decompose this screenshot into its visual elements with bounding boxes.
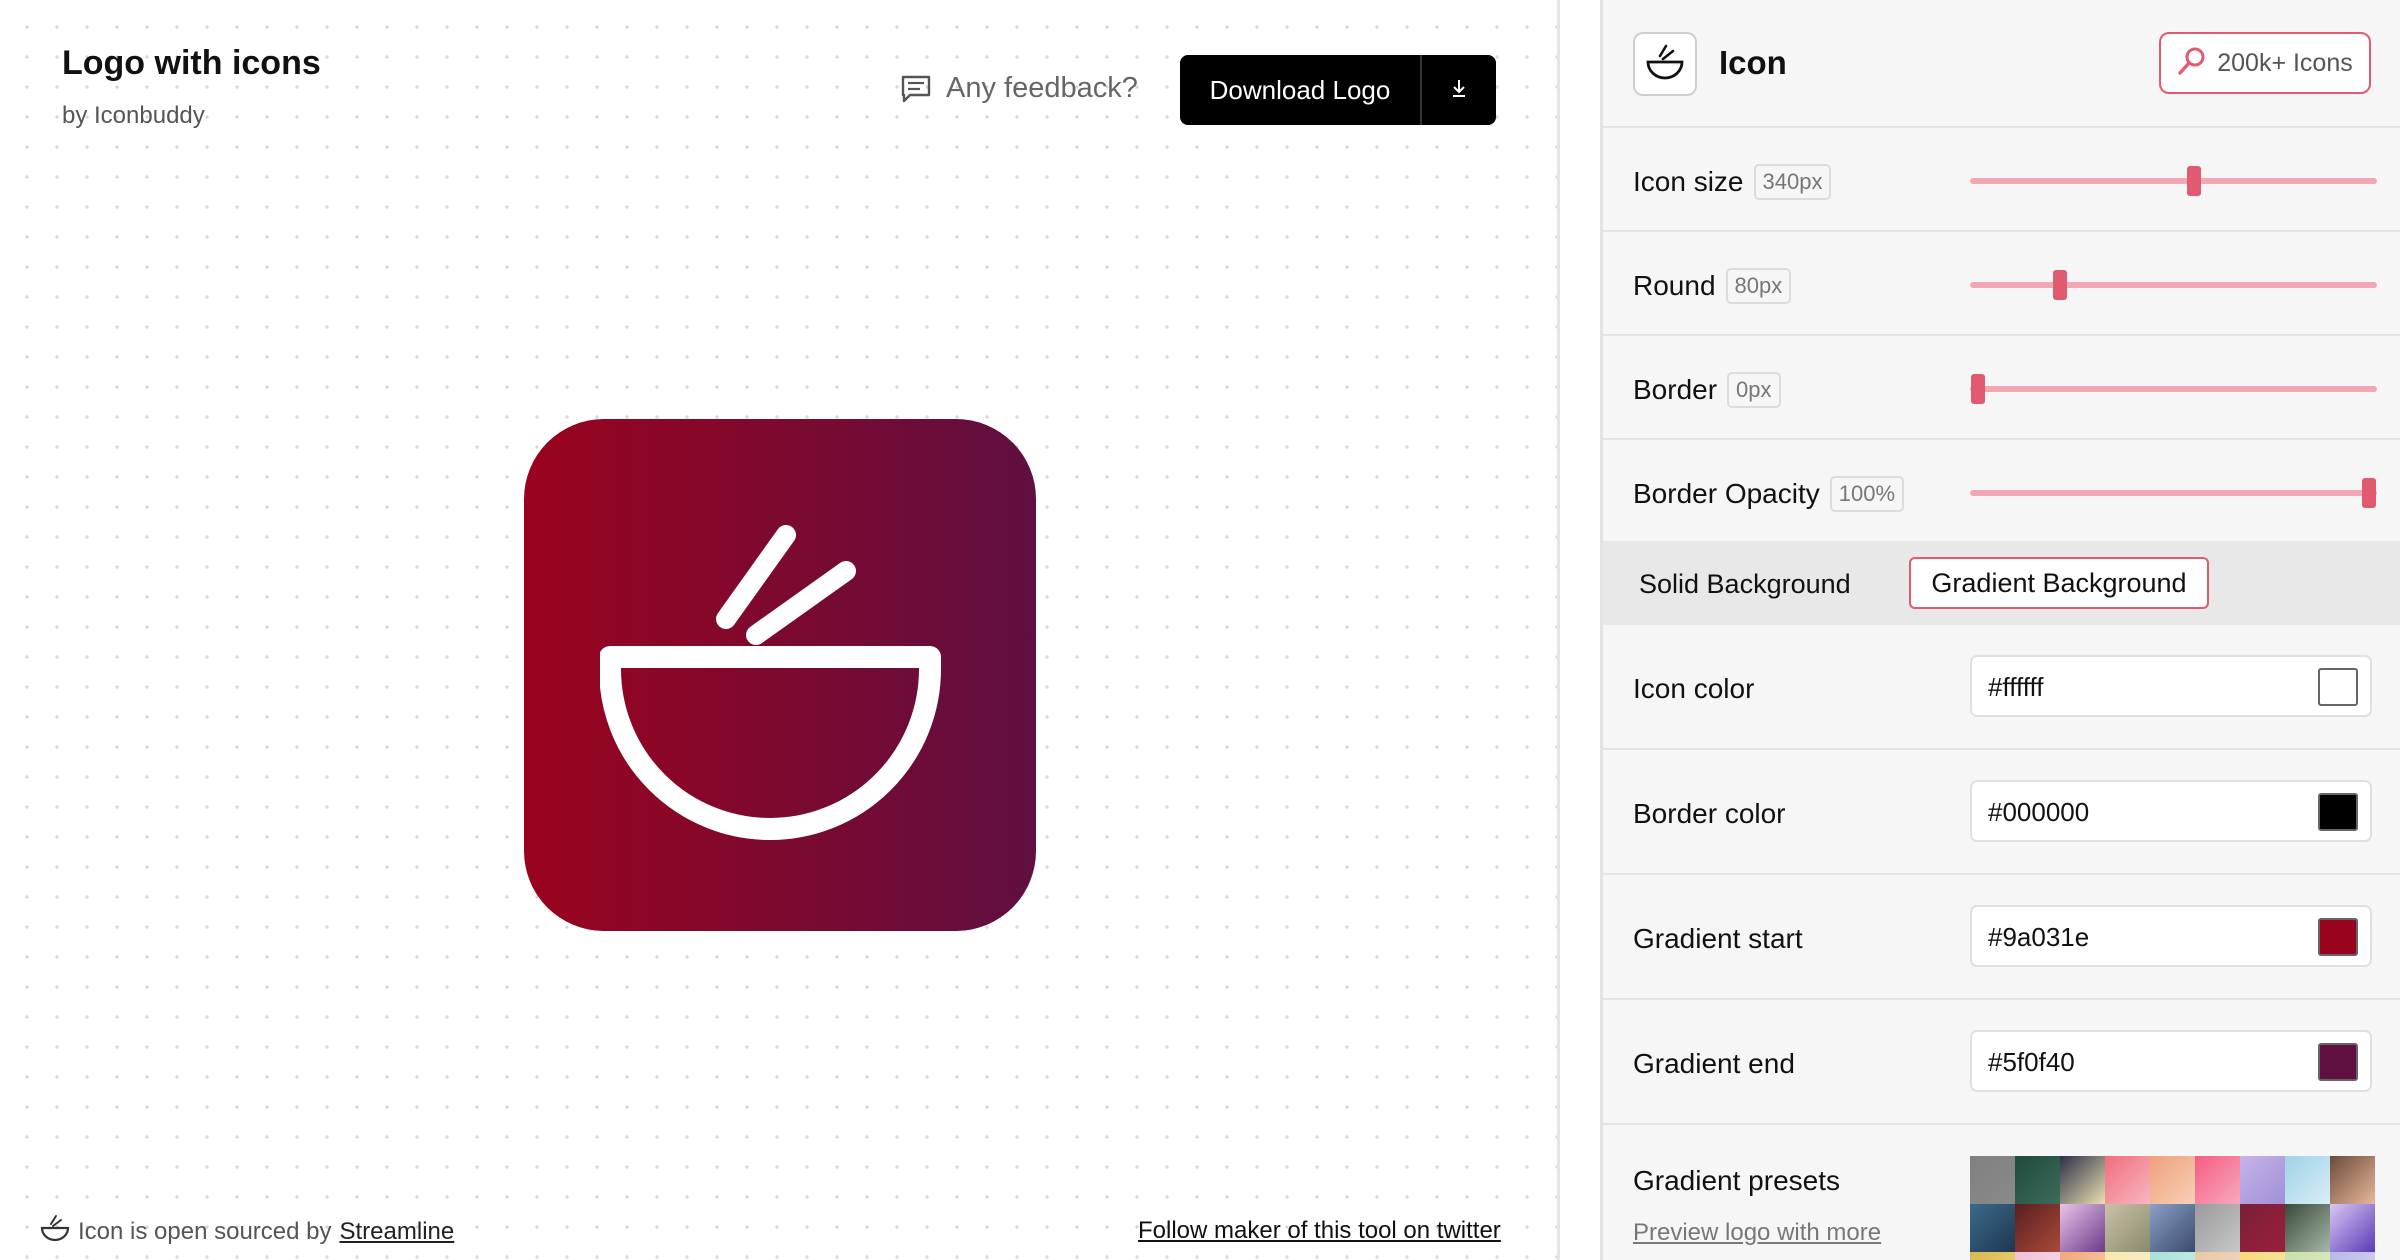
slider-label: Border bbox=[1633, 374, 1718, 405]
color-hex-value: #ffffff bbox=[1988, 672, 2044, 702]
bowl-icon bbox=[40, 1214, 70, 1249]
preview-more-link[interactable]: Preview logo with more bbox=[1633, 1219, 1881, 1247]
gradient-preset-swatch[interactable] bbox=[1970, 1252, 2015, 1260]
color-hex-value: #9a031e bbox=[1988, 922, 2090, 952]
slider-row-border-opacity: Border Opacity 100% bbox=[1603, 440, 2400, 544]
feedback-link[interactable]: Any feedback? bbox=[900, 72, 1138, 105]
gradient-preset-swatch[interactable] bbox=[2330, 1204, 2375, 1252]
feedback-label: Any feedback? bbox=[946, 72, 1138, 104]
twitter-link[interactable]: Follow maker of this tool on twitter bbox=[1138, 1217, 1501, 1245]
gradient-preset-swatch[interactable] bbox=[1970, 1156, 2015, 1204]
selected-icon-button[interactable] bbox=[1633, 32, 1697, 96]
gradient-preset-swatch[interactable] bbox=[2150, 1204, 2195, 1252]
gradient-preset-swatch[interactable] bbox=[2150, 1156, 2195, 1204]
color-swatch[interactable] bbox=[2318, 668, 2358, 706]
gradient-preset-swatch[interactable] bbox=[1970, 1204, 2015, 1252]
gradient-preset-swatch[interactable] bbox=[2105, 1252, 2150, 1260]
slider-row-round: Round 80px bbox=[1603, 232, 2400, 336]
logo-canvas: Logo with icons by Iconbuddy Any feedbac… bbox=[0, 0, 1560, 1260]
gradient-preset-swatch[interactable] bbox=[2015, 1204, 2060, 1252]
app-byline: by Iconbuddy bbox=[62, 102, 205, 129]
gradient-preset-swatch[interactable] bbox=[2285, 1252, 2330, 1260]
slider-row-icon-size: Icon size 340px bbox=[1603, 128, 2400, 232]
icon-size-slider[interactable] bbox=[1970, 166, 2377, 196]
search-icon bbox=[2177, 46, 2207, 81]
slider-thumb[interactable] bbox=[2186, 166, 2201, 196]
icon-credit: Icon is open sourced by Streamline bbox=[40, 1214, 454, 1249]
slider-value: 340px bbox=[1753, 164, 1832, 200]
color-label: Gradient end bbox=[1633, 1048, 1795, 1079]
slider-value: 80px bbox=[1725, 268, 1792, 304]
gradient-preset-swatch[interactable] bbox=[2105, 1204, 2150, 1252]
slider-value: 100% bbox=[1829, 476, 1905, 512]
color-swatch[interactable] bbox=[2318, 793, 2358, 831]
color-swatch[interactable] bbox=[2318, 918, 2358, 956]
slider-label: Border Opacity bbox=[1633, 478, 1820, 509]
icon-color-input[interactable]: #ffffff bbox=[1970, 655, 2372, 717]
gradient-preset-swatch[interactable] bbox=[2195, 1252, 2240, 1260]
gradient-preset-swatch[interactable] bbox=[2330, 1156, 2375, 1204]
slider-row-border: Border 0px bbox=[1603, 336, 2400, 440]
gradient-preset-swatch[interactable] bbox=[2060, 1156, 2105, 1204]
bowl-chopsticks-icon bbox=[599, 493, 960, 858]
gradient-preset-swatch[interactable] bbox=[2240, 1204, 2285, 1252]
gradient-preset-swatch[interactable] bbox=[2015, 1252, 2060, 1260]
credit-text: Icon is open sourced by bbox=[78, 1217, 332, 1245]
app-title: Logo with icons bbox=[62, 44, 321, 82]
download-options-button[interactable] bbox=[1422, 55, 1496, 125]
slider-value: 0px bbox=[1727, 372, 1781, 408]
bowl-icon bbox=[1645, 43, 1685, 86]
gradient-end-input[interactable]: #5f0f40 bbox=[1970, 1030, 2372, 1092]
settings-sidebar: Icon 200k+ Icons Icon size 340px Round 8… bbox=[1600, 0, 2400, 1260]
border-color-input[interactable]: #000000 bbox=[1970, 780, 2372, 842]
download-logo-button[interactable]: Download Logo bbox=[1180, 55, 1422, 125]
gradient-preset-swatch[interactable] bbox=[2015, 1156, 2060, 1204]
browse-icons-button[interactable]: 200k+ Icons bbox=[2159, 32, 2371, 94]
gradient-presets-label: Gradient presets bbox=[1633, 1165, 1840, 1196]
download-icon bbox=[1450, 78, 1468, 103]
border-slider[interactable] bbox=[1970, 374, 2377, 404]
gradient-preset-swatch[interactable] bbox=[2285, 1204, 2330, 1252]
color-row-icon: Icon color #ffffff bbox=[1603, 625, 2400, 750]
gradient-presets-grid bbox=[1970, 1156, 2377, 1260]
gradient-preset-swatch[interactable] bbox=[2285, 1156, 2330, 1204]
gradient-preset-swatch[interactable] bbox=[2240, 1156, 2285, 1204]
color-hex-value: #000000 bbox=[1988, 797, 2090, 827]
slider-thumb[interactable] bbox=[2052, 270, 2067, 300]
slider-label: Icon size bbox=[1633, 166, 1744, 197]
gradient-preset-swatch[interactable] bbox=[2105, 1156, 2150, 1204]
gradient-preset-swatch[interactable] bbox=[2195, 1204, 2240, 1252]
color-label: Gradient start bbox=[1633, 923, 1803, 954]
slider-thumb[interactable] bbox=[2361, 478, 2376, 508]
gradient-preset-swatch[interactable] bbox=[2195, 1156, 2240, 1204]
tab-gradient-background[interactable]: Gradient Background bbox=[1909, 557, 2209, 609]
slider-label: Round bbox=[1633, 270, 1716, 301]
streamline-link[interactable]: Streamline bbox=[340, 1218, 455, 1246]
border-opacity-slider[interactable] bbox=[1970, 478, 2377, 508]
sidebar-title: Icon bbox=[1719, 44, 1787, 81]
color-row-border: Border color #000000 bbox=[1603, 750, 2400, 875]
gradient-preset-swatch[interactable] bbox=[2060, 1252, 2105, 1260]
color-label: Border color bbox=[1633, 798, 1786, 829]
chat-icon bbox=[900, 74, 932, 104]
tab-solid-background[interactable]: Solid Background bbox=[1639, 569, 1851, 600]
color-row-gradient-end: Gradient end #5f0f40 bbox=[1603, 1000, 2400, 1125]
gradient-preset-swatch[interactable] bbox=[2330, 1252, 2375, 1260]
gradient-preset-swatch[interactable] bbox=[2060, 1204, 2105, 1252]
gradient-preset-swatch[interactable] bbox=[2150, 1252, 2195, 1260]
color-swatch[interactable] bbox=[2318, 1043, 2358, 1081]
round-slider[interactable] bbox=[1970, 270, 2377, 300]
download-button-group: Download Logo bbox=[1180, 55, 1496, 125]
color-hex-value: #5f0f40 bbox=[1988, 1047, 2075, 1077]
sidebar-header: Icon 200k+ Icons bbox=[1603, 0, 2400, 128]
gradient-start-input[interactable]: #9a031e bbox=[1970, 905, 2372, 967]
logo-preview bbox=[524, 419, 1036, 931]
gradient-preset-swatch[interactable] bbox=[2240, 1252, 2285, 1260]
background-tabs: Solid Background Gradient Background bbox=[1603, 541, 2400, 625]
color-label: Icon color bbox=[1633, 673, 1755, 704]
slider-thumb[interactable] bbox=[1971, 374, 1986, 404]
browse-icons-label: 200k+ Icons bbox=[2217, 48, 2353, 77]
color-row-gradient-start: Gradient start #9a031e bbox=[1603, 875, 2400, 1000]
